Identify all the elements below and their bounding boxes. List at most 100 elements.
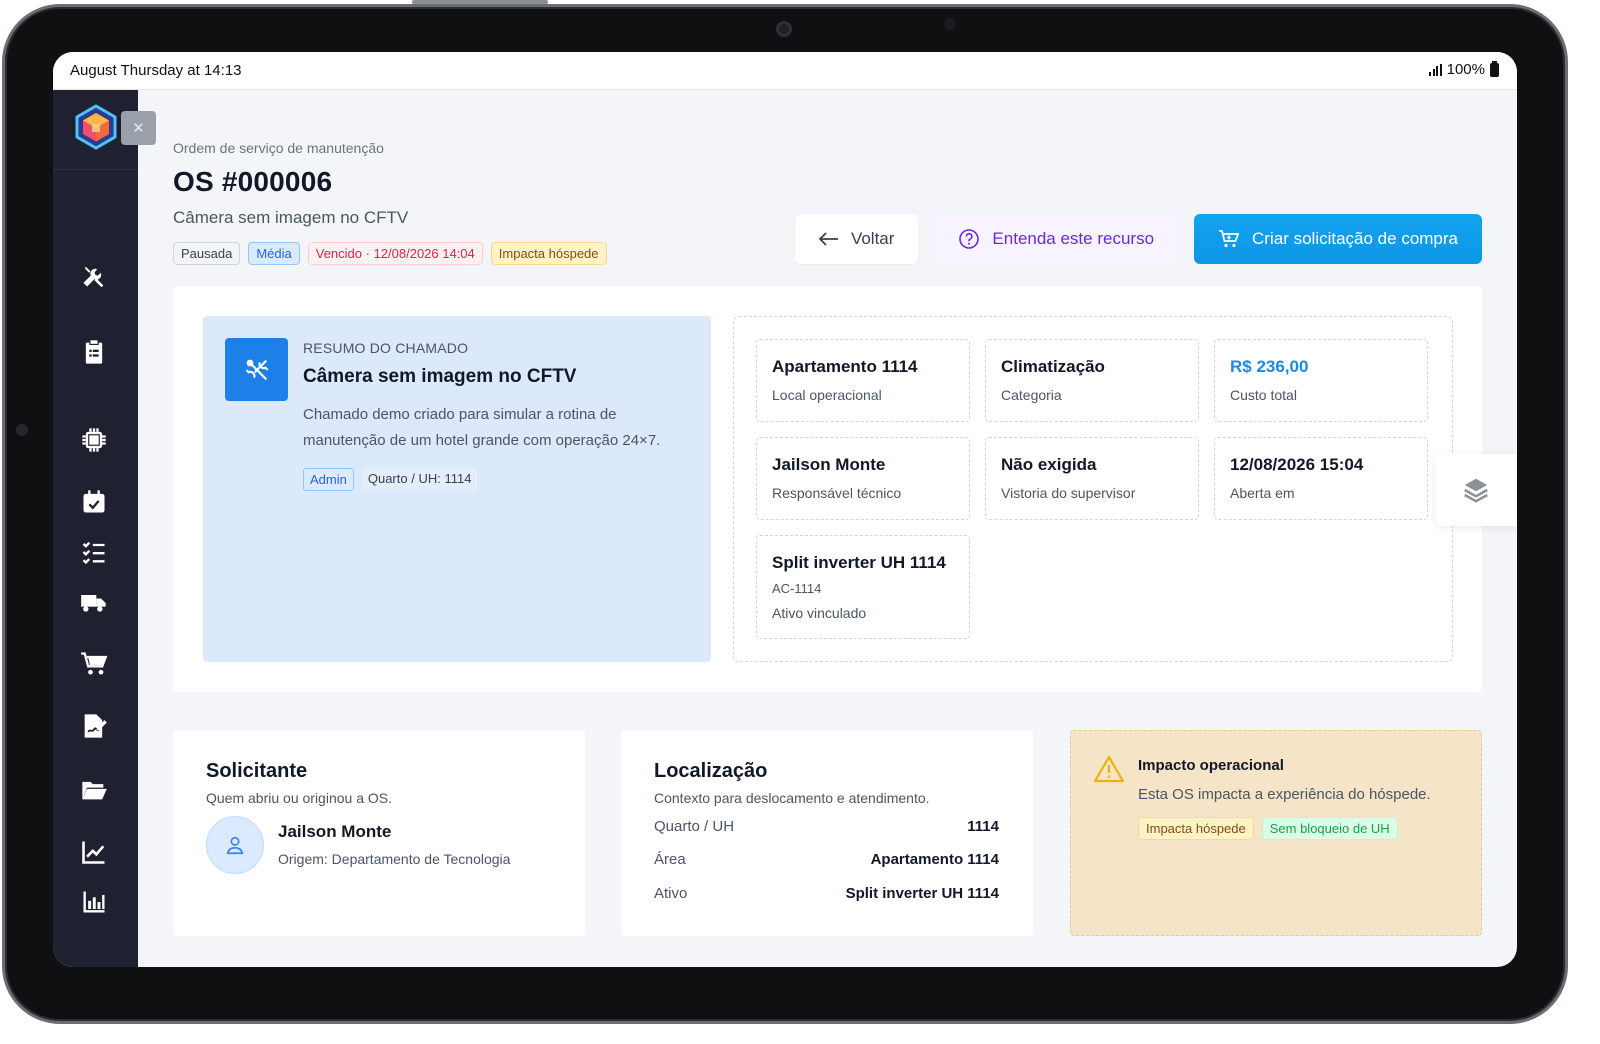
app-logo-icon[interactable] [73, 104, 119, 150]
hardware-button [412, 0, 548, 4]
user-icon [226, 836, 244, 855]
requester-title: Solicitante [206, 760, 308, 782]
front-camera [776, 21, 792, 37]
stat-local-label: Local operacional [772, 387, 882, 403]
layers-icon [1464, 478, 1488, 503]
stat-inspection: Não exigida Vistoria do supervisor [985, 437, 1199, 520]
impact-title: Impacto operacional [1138, 757, 1284, 774]
impact-description: Esta OS impacta a experiência do hóspede… [1138, 786, 1431, 803]
impact-panel: Impacto operacional Esta OS impacta a ex… [1070, 730, 1482, 936]
location-key: Quarto / UH [654, 818, 735, 835]
requester-panel: Solicitante Quem abriu ou originou a OS.… [173, 730, 585, 936]
create-purchase-request-button[interactable]: Criar solicitação de compra [1194, 214, 1482, 264]
room-tag: Quarto / UH: 1114 [361, 468, 478, 491]
summary-description: Chamado demo criado para simular a rotin… [303, 406, 661, 449]
screen: August Thursday at 14:13 100% ✕ Ordem de… [53, 52, 1517, 967]
location-subtitle: Contexto para deslocamento e atendimento… [654, 790, 930, 806]
requester-origin: Origem: Departamento de Tecnologia [278, 851, 511, 867]
impact-tags: Impacta hóspede Sem bloqueio de UH [1138, 817, 1398, 840]
cart-icon [1219, 230, 1240, 248]
location-row: Quarto / UH 1114 [654, 818, 999, 835]
calendar-check-icon[interactable] [78, 486, 110, 518]
summary-eyebrow: RESUMO DO CHAMADO [303, 340, 469, 356]
guest-impact-tag: Impacta hóspede [1138, 817, 1254, 840]
cart-icon[interactable] [78, 648, 110, 680]
back-button-label: Voltar [850, 229, 895, 248]
sidebar-divider [53, 169, 138, 170]
summary-card: RESUMO DO CHAMADO Câmera sem imagem no C… [173, 286, 1482, 692]
page-subtitle: Câmera sem imagem no CFTV [173, 208, 409, 227]
maintenance-nav-wrench-icon[interactable] [78, 260, 110, 292]
header-badges: Pausada Média Vencido · 12/08/2026 14:04… [173, 242, 607, 265]
signature-icon[interactable] [78, 710, 110, 742]
ticket-summary: RESUMO DO CHAMADO Câmera sem imagem no C… [203, 316, 711, 662]
clipboard-icon[interactable] [78, 336, 110, 368]
location-value: Split inverter UH 1114 [845, 885, 999, 902]
header-actions: Voltar Entenda este recurso Criar solici… [794, 214, 1482, 264]
back-button[interactable]: Voltar [794, 214, 919, 264]
stat-cost-value: R$ 236,00 [1230, 357, 1309, 376]
chip-icon[interactable] [78, 424, 110, 456]
location-value: 1114 [967, 818, 999, 835]
stat-opened-label: Aberta em [1230, 485, 1295, 501]
location-key: Área [654, 851, 686, 868]
status-badge: Pausada [173, 242, 241, 265]
battery-icon [1490, 60, 1499, 77]
side-sensor [16, 424, 28, 436]
stat-category-value: Climatização [1001, 357, 1105, 376]
stats-grid: Apartamento 1114 Local operacional Clima… [733, 316, 1453, 662]
due-badge: Vencido · 12/08/2026 14:04 [307, 242, 483, 265]
stat-asset-code: AC-1114 [772, 581, 822, 596]
impact-badge: Impacta hóspede [490, 242, 607, 265]
stat-inspection-value: Não exigida [1001, 455, 1097, 474]
stat-asset-value: Split inverter UH 1114 [772, 553, 946, 572]
stat-category: Climatização Categoria [985, 339, 1199, 422]
priority-badge: Média [248, 242, 300, 265]
create-purchase-request-label: Criar solicitação de compra [1252, 229, 1458, 248]
stat-opened: 12/08/2026 15:04 Aberta em [1214, 437, 1428, 520]
warning-icon [1093, 755, 1125, 783]
location-value: Apartamento 1114 [870, 851, 999, 868]
stat-category-label: Categoria [1001, 387, 1062, 403]
stat-inspection-label: Vistoria do supervisor [1001, 485, 1136, 501]
checklist-icon[interactable] [78, 536, 110, 568]
status-indicators: 100% [1429, 60, 1499, 78]
no-block-tag: Sem bloqueio de UH [1261, 817, 1398, 840]
stat-local-value: Apartamento 1114 [772, 357, 918, 376]
bar-chart-icon[interactable] [78, 886, 110, 918]
location-title: Localização [654, 760, 768, 782]
stat-technician-value: Jailson Monte [772, 455, 886, 474]
stat-technician-label: Responsável técnico [772, 485, 902, 501]
collapse-sidebar-button[interactable]: ✕ [121, 111, 156, 145]
battery-percent: 100% [1446, 61, 1485, 78]
help-button[interactable]: Entenda este recurso [934, 214, 1179, 264]
sidebar: ✕ [53, 90, 156, 967]
folder-icon[interactable] [78, 774, 110, 806]
requester-name: Jailson Monte [278, 822, 392, 841]
line-chart-icon[interactable] [78, 836, 110, 868]
requester-subtitle: Quem abriu ou originou a OS. [206, 790, 392, 806]
status-time: August Thursday at 14:13 [70, 62, 242, 79]
main-content: Ordem de serviço de manutenção OS #00000… [138, 90, 1517, 967]
location-panel: Localização Contexto para deslocamento e… [621, 730, 1033, 936]
summary-tags: Admin Quarto / UH: 1114 [303, 468, 478, 491]
stat-technician: Jailson Monte Responsável técnico [756, 437, 970, 520]
signal-icon [1429, 63, 1442, 76]
layers-button[interactable] [1435, 454, 1517, 526]
role-tag: Admin [303, 468, 354, 491]
truck-icon[interactable] [78, 586, 110, 618]
arrow-left-icon [818, 232, 838, 246]
summary-title: Câmera sem imagem no CFTV [303, 366, 577, 387]
sensor [944, 18, 956, 30]
location-row: Área Apartamento 1114 [654, 851, 999, 868]
location-key: Ativo [654, 885, 688, 902]
avatar [206, 816, 264, 874]
page-eyebrow: Ordem de serviço de manutenção [173, 140, 384, 156]
status-bar: August Thursday at 14:13 100% [53, 52, 1517, 90]
stat-asset: Split inverter UH 1114 AC-1114 Ativo vin… [756, 535, 970, 639]
stat-asset-label: Ativo vinculado [772, 605, 867, 621]
question-circle-icon [959, 229, 980, 249]
location-row: Ativo Split inverter UH 1114 [654, 885, 999, 902]
stat-local: Apartamento 1114 Local operacional [756, 339, 970, 422]
stat-cost-label: Custo total [1230, 387, 1297, 403]
